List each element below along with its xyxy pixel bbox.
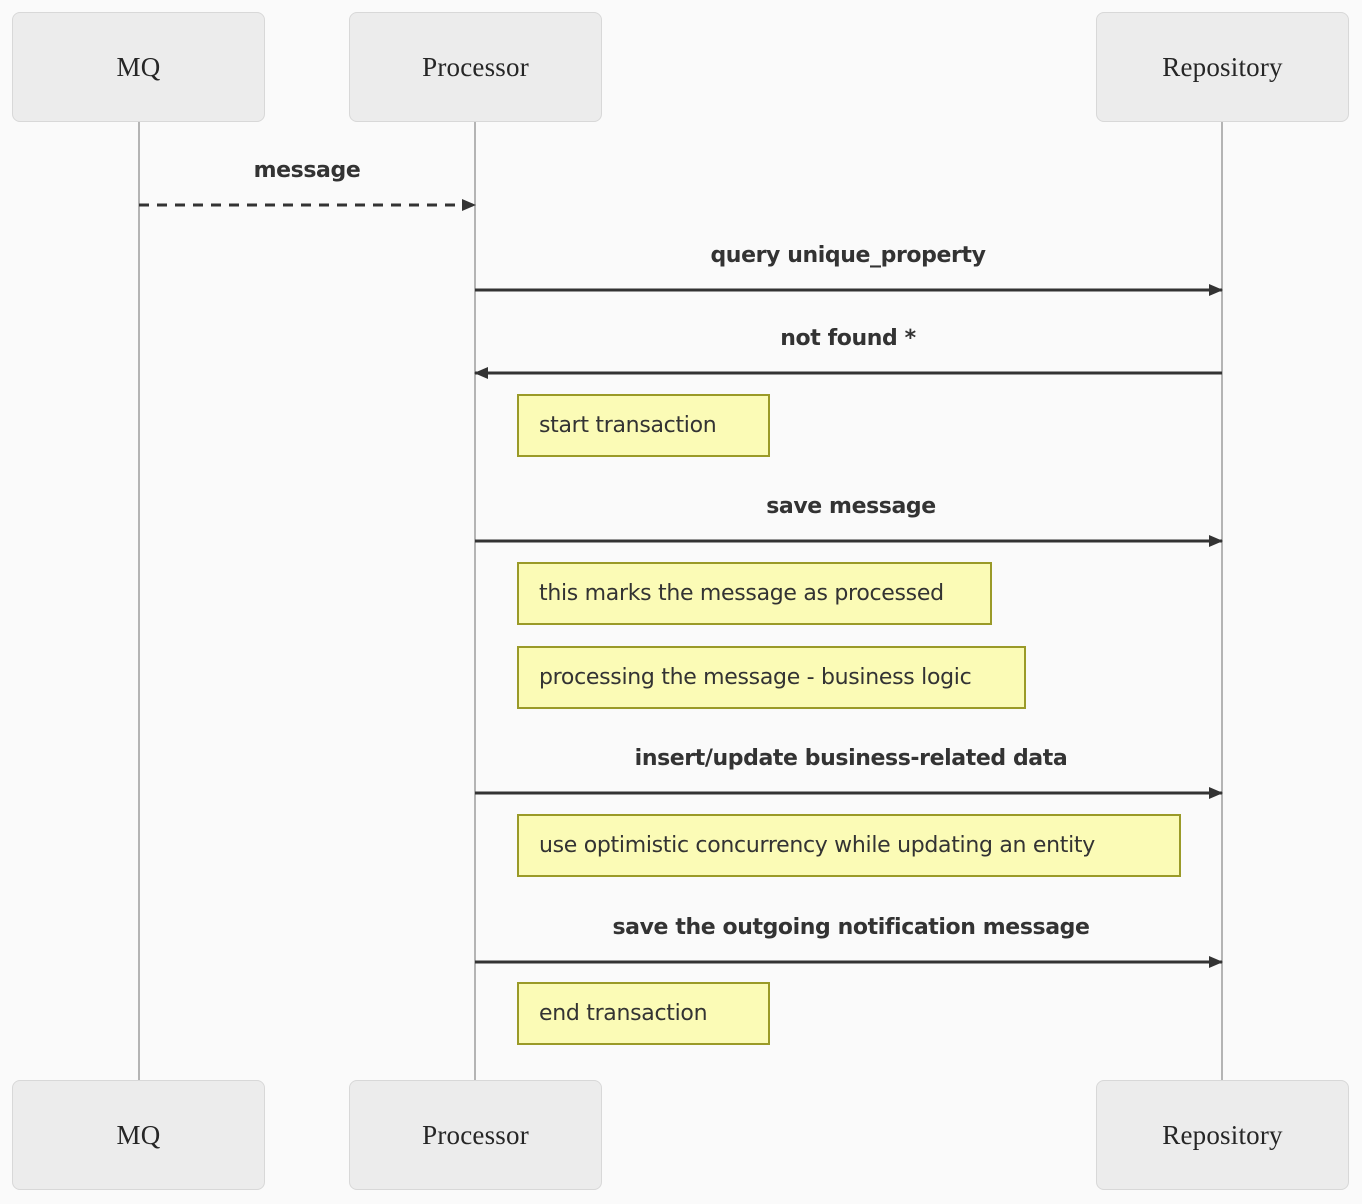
participant-label-mq: MQ bbox=[116, 51, 161, 82]
note-box-0[interactable]: start transaction bbox=[517, 394, 770, 457]
note-text-3: use optimistic concurrency while updatin… bbox=[539, 833, 1095, 858]
participant-label-processor: Processor bbox=[422, 1119, 529, 1150]
participant-box-processor-top[interactable]: Processor bbox=[349, 12, 602, 122]
note-text-2: processing the message - business logic bbox=[539, 665, 972, 690]
participant-box-repository-top[interactable]: Repository bbox=[1096, 12, 1349, 122]
participant-box-processor-bottom[interactable]: Processor bbox=[349, 1080, 602, 1190]
message-label-2: not found * bbox=[780, 326, 916, 351]
participant-label-processor: Processor bbox=[422, 51, 529, 82]
participant-label-mq: MQ bbox=[116, 1119, 161, 1150]
participant-box-mq-top[interactable]: MQ bbox=[12, 12, 265, 122]
note-box-2[interactable]: processing the message - business logic bbox=[517, 646, 1026, 709]
note-text-0: start transaction bbox=[539, 413, 717, 438]
message-label-3: save message bbox=[766, 494, 936, 519]
participant-box-mq-bottom[interactable]: MQ bbox=[12, 1080, 265, 1190]
message-label-5: save the outgoing notification message bbox=[612, 915, 1090, 940]
note-text-4: end transaction bbox=[539, 1001, 708, 1026]
note-text-1: this marks the message as processed bbox=[539, 581, 944, 606]
participant-label-repository: Repository bbox=[1162, 1119, 1283, 1150]
participant-box-repository-bottom[interactable]: Repository bbox=[1096, 1080, 1349, 1190]
message-label-1: query unique_property bbox=[710, 243, 986, 268]
participant-label-repository: Repository bbox=[1162, 51, 1283, 82]
note-box-1[interactable]: this marks the message as processed bbox=[517, 562, 992, 625]
sequence-diagram-canvas: MQ Processor Repository start transaction t… bbox=[0, 0, 1362, 1204]
note-box-3[interactable]: use optimistic concurrency while updatin… bbox=[517, 814, 1181, 877]
note-box-4[interactable]: end transaction bbox=[517, 982, 770, 1045]
message-label-0: message bbox=[253, 158, 361, 183]
message-label-4: insert/update business-related data bbox=[634, 746, 1068, 771]
